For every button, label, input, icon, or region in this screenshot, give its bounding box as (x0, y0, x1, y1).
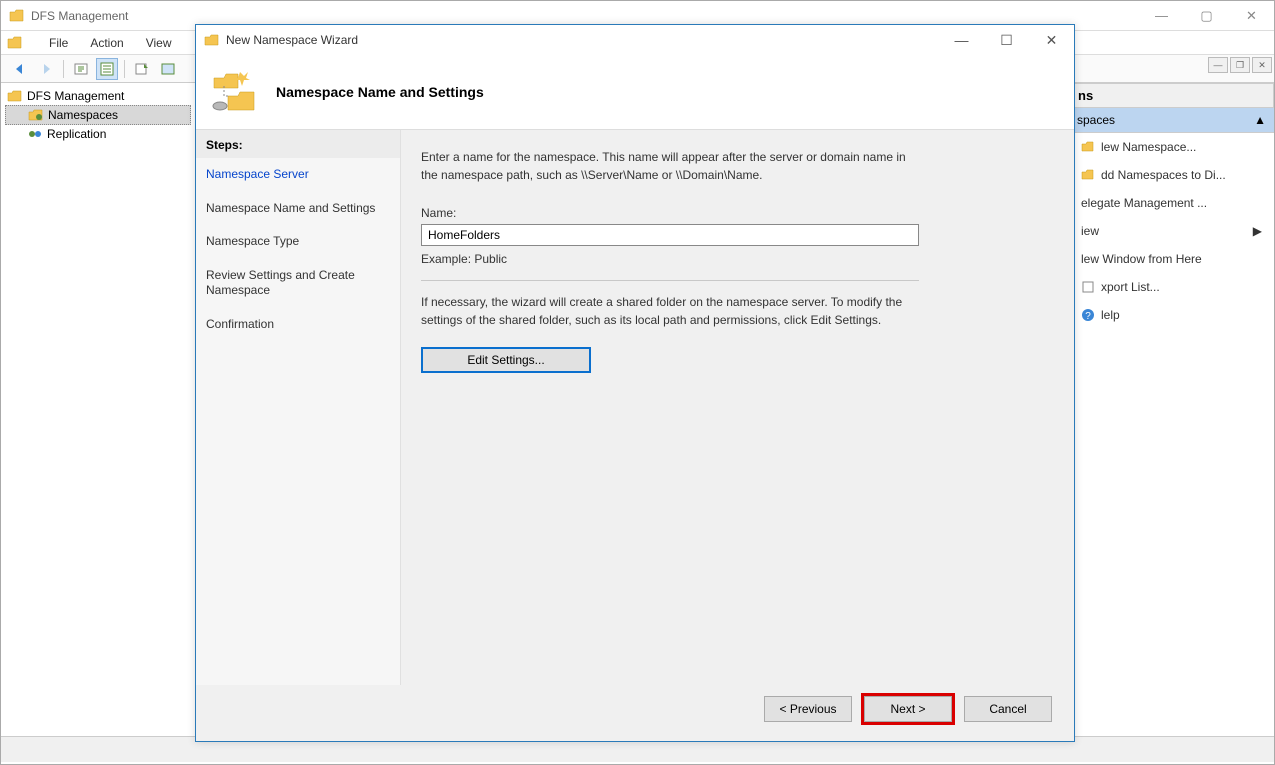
menu-file[interactable]: File (45, 34, 72, 52)
dialog-minimize-button[interactable]: — (939, 25, 984, 55)
tree-pane: DFS Management Namespaces Replication (1, 83, 196, 736)
toolbar-action3[interactable] (131, 58, 153, 80)
previous-button[interactable]: < Previous (764, 696, 852, 722)
next-button[interactable]: Next > (864, 696, 952, 722)
new-namespace-wizard-dialog: New Namespace Wizard — ☐ ✕ Namespace Nam… (195, 24, 1075, 742)
forward-button[interactable] (35, 58, 57, 80)
wizard-icon (204, 32, 220, 48)
divider (421, 280, 919, 281)
dfs-icon (9, 8, 25, 24)
tree-item-label: Namespaces (48, 108, 118, 122)
export-icon (1081, 280, 1095, 294)
steps-pane: Steps: Namespace Server Namespace Name a… (196, 130, 401, 685)
step-namespace-server[interactable]: Namespace Server (196, 158, 400, 192)
dfs-icon (7, 35, 23, 51)
description2-text: If necessary, the wizard will create a s… (421, 293, 921, 329)
action-help[interactable]: ? lelp (1069, 301, 1274, 329)
menu-view[interactable]: View (142, 34, 176, 52)
step-confirmation[interactable]: Confirmation (196, 308, 400, 342)
action-new-window[interactable]: lew Window from Here (1069, 245, 1274, 273)
example-text: Example: Public (421, 252, 1050, 266)
help-icon: ? (1081, 308, 1095, 322)
tree-item-label: Replication (47, 127, 106, 141)
tree-root[interactable]: DFS Management (5, 87, 191, 105)
svg-text:?: ? (1085, 311, 1091, 322)
chevron-right-icon: ▶ (1253, 224, 1262, 238)
action-new-namespace[interactable]: lew Namespace... (1069, 133, 1274, 161)
dialog-close-button[interactable]: ✕ (1029, 25, 1074, 55)
main-window-title: DFS Management (31, 9, 1139, 23)
back-button[interactable] (9, 58, 31, 80)
steps-header: Steps: (196, 130, 400, 158)
toolbar-action2[interactable] (96, 58, 118, 80)
cancel-button[interactable]: Cancel (964, 696, 1052, 722)
namespaces-icon (28, 108, 44, 122)
actions-subheader[interactable]: spaces ▲ (1069, 108, 1274, 133)
dialog-title: New Namespace Wizard (226, 33, 939, 47)
step-namespace-name[interactable]: Namespace Name and Settings (196, 192, 400, 226)
description-text: Enter a name for the namespace. This nam… (421, 148, 921, 184)
dialog-titlebar: New Namespace Wizard — ☐ ✕ (196, 25, 1074, 55)
tree-item-replication[interactable]: Replication (5, 125, 191, 143)
tree-item-namespaces[interactable]: Namespaces (5, 105, 191, 125)
step-namespace-type[interactable]: Namespace Type (196, 225, 400, 259)
tree-root-label: DFS Management (27, 89, 124, 103)
namespace-header-icon (210, 68, 258, 116)
dialog-heading: Namespace Name and Settings (276, 84, 484, 100)
step-review[interactable]: Review Settings and Create Namespace (196, 259, 400, 308)
dialog-footer: < Previous Next > Cancel (196, 685, 1074, 741)
add-icon (1081, 168, 1095, 182)
name-input[interactable] (421, 224, 919, 246)
actions-pane: ns spaces ▲ lew Namespace... dd Namespac… (1069, 83, 1274, 736)
action-export-list[interactable]: xport List... (1069, 273, 1274, 301)
restore-child-button[interactable]: — (1208, 57, 1228, 73)
edit-settings-button[interactable]: Edit Settings... (421, 347, 591, 373)
close-child-button[interactable]: ✕ (1252, 57, 1272, 73)
maximize-child-button[interactable]: ❐ (1230, 57, 1250, 73)
main-minimize-button[interactable]: — (1139, 1, 1184, 30)
dialog-maximize-button[interactable]: ☐ (984, 25, 1029, 55)
content-pane: Enter a name for the namespace. This nam… (401, 130, 1074, 685)
name-label: Name: (421, 206, 1050, 220)
main-close-button[interactable]: ✕ (1229, 1, 1274, 30)
menu-action[interactable]: Action (86, 34, 127, 52)
action-view[interactable]: iew ▶ (1069, 217, 1274, 245)
collapse-icon: ▲ (1254, 113, 1266, 127)
actions-header: ns (1069, 83, 1274, 108)
replication-icon (27, 127, 43, 141)
dialog-header: Namespace Name and Settings (196, 55, 1074, 130)
toolbar-action4[interactable] (157, 58, 179, 80)
new-icon (1081, 140, 1095, 154)
action-add-namespaces[interactable]: dd Namespaces to Di... (1069, 161, 1274, 189)
main-maximize-button[interactable]: ▢ (1184, 1, 1229, 30)
toolbar-action1[interactable] (70, 58, 92, 80)
dfs-root-icon (7, 89, 23, 103)
action-delegate[interactable]: elegate Management ... (1069, 189, 1274, 217)
